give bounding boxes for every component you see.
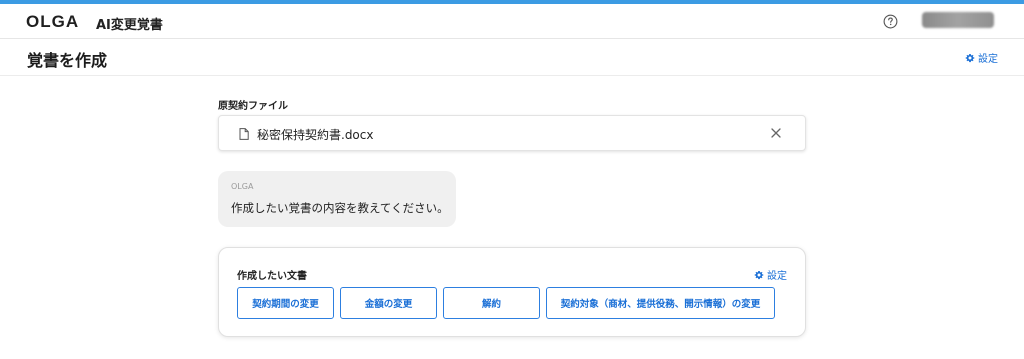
product-name: AI変更覚書 xyxy=(96,18,163,33)
document-type-card: 作成したい文書 設定 契約期間の変更 金額の変更 解約 契約対象（商材、提供役務… xyxy=(218,247,806,337)
option-contract-period-change[interactable]: 契約期間の変更 xyxy=(237,287,334,319)
option-contract-subject-change[interactable]: 契約対象（商材、提供役務、開示情報）の変更 xyxy=(546,287,775,319)
settings-label: 設定 xyxy=(767,271,787,282)
document-type-settings-link[interactable]: 設定 xyxy=(754,267,787,282)
page-header: 覚書を作成 設定 xyxy=(0,39,1024,76)
page-settings-link[interactable]: 設定 xyxy=(965,50,998,65)
original-file-field[interactable]: 秘密保持契約書.docx xyxy=(218,115,806,151)
olga-logo[interactable]: OLGA xyxy=(26,12,79,32)
user-avatar[interactable] xyxy=(922,12,994,28)
app-header: OLGA AI変更覚書 xyxy=(0,4,1024,39)
file-name: 秘密保持契約書.docx xyxy=(257,128,374,142)
assistant-chat-bubble: OLGA 作成したい覚書の内容を教えてください。 xyxy=(218,171,456,227)
option-amount-change[interactable]: 金額の変更 xyxy=(340,287,437,319)
page-title: 覚書を作成 xyxy=(27,51,108,70)
gear-icon xyxy=(754,270,764,279)
question-circle-icon[interactable] xyxy=(883,14,898,29)
gear-icon xyxy=(965,53,975,62)
chat-message: 作成したい覚書の内容を教えてください。 xyxy=(231,201,449,215)
chat-sender: OLGA xyxy=(231,182,254,191)
document-type-title: 作成したい文書 xyxy=(237,271,307,282)
document-icon xyxy=(239,128,249,140)
close-icon[interactable] xyxy=(769,126,783,140)
original-file-label: 原契約ファイル xyxy=(218,101,288,112)
settings-label: 設定 xyxy=(978,54,998,65)
document-type-options: 契約期間の変更 金額の変更 解約 契約対象（商材、提供役務、開示情報）の変更 xyxy=(237,287,775,319)
option-termination[interactable]: 解約 xyxy=(443,287,540,319)
